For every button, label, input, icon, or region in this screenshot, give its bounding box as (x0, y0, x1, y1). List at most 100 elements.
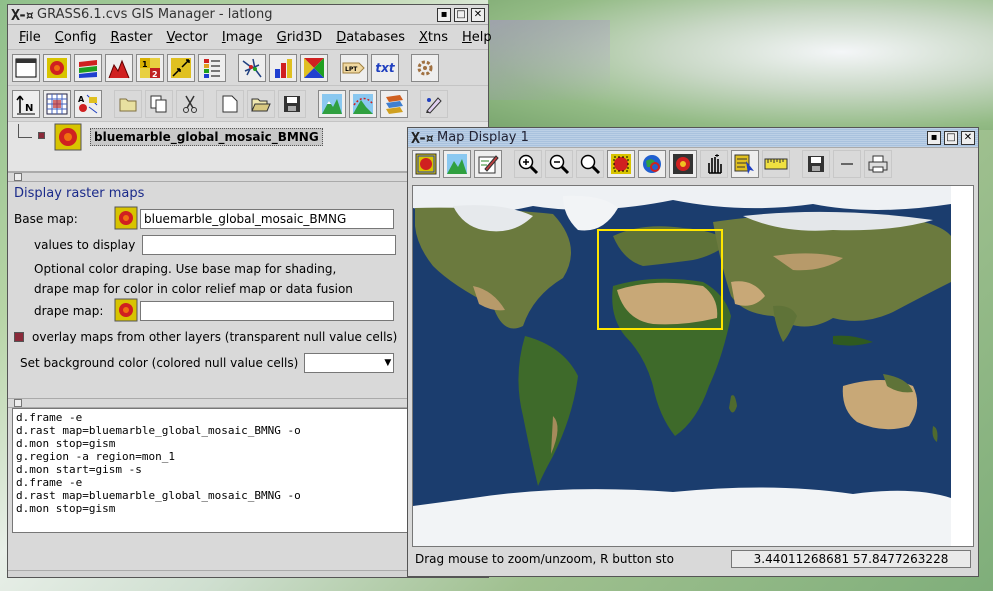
floppy-icon (284, 95, 300, 112)
display-menu-button[interactable] (833, 150, 861, 178)
add-labels-button[interactable]: A (74, 89, 102, 118)
base-map-input[interactable]: bluemarble_global_mosaic_BMNG (140, 209, 394, 229)
close-button[interactable]: ✕ (471, 7, 485, 22)
chevron-down-icon: ▼ (384, 358, 392, 368)
zoom-region-button[interactable] (607, 150, 635, 178)
open-file-button[interactable] (247, 89, 275, 118)
map-status-text: Drag mouse to zoom/unzoom, R button sto (415, 552, 674, 566)
pan-button[interactable] (700, 150, 728, 178)
digitize-button[interactable] (420, 89, 448, 118)
window-menu-icon[interactable]: X-¤ (11, 6, 37, 24)
menu-image[interactable]: Image (215, 30, 270, 45)
zoom-in-button[interactable] (514, 150, 542, 178)
menu-xtns[interactable]: Xtns (412, 30, 455, 45)
copy-layer-button[interactable] (145, 89, 173, 118)
menu-databases[interactable]: Databases (329, 30, 412, 45)
fly-through-button[interactable] (349, 89, 377, 118)
menu-help[interactable]: Help (455, 30, 499, 45)
cut-layer-button[interactable] (176, 89, 204, 118)
measure-button[interactable] (762, 150, 790, 178)
maximize-button[interactable]: □ (454, 7, 468, 22)
sash-handle[interactable] (14, 173, 22, 181)
layer-visibility-checkbox[interactable] (38, 132, 45, 139)
background-color-select[interactable]: ▼ (304, 353, 395, 373)
manager-titlebar[interactable]: X-¤ GRASS6.1.cvs GIS Manager - latlong ▪… (8, 5, 488, 25)
window-menu-icon[interactable]: X-¤ (411, 129, 437, 147)
north-arrow-icon: N (16, 95, 35, 114)
nviz-button[interactable] (318, 89, 346, 118)
map-toolbar (408, 148, 978, 180)
map-canvas[interactable] (412, 185, 974, 547)
redraw-all-button[interactable] (443, 150, 471, 178)
histogram-icon (108, 59, 130, 78)
zoom-out-button[interactable] (545, 150, 573, 178)
add-legend-label-button[interactable]: LPT (340, 53, 368, 82)
animate-button[interactable] (380, 89, 408, 118)
base-map-label: Base map: (14, 212, 78, 226)
save-file-button[interactable] (278, 89, 306, 118)
raster-legend-button[interactable] (198, 53, 226, 82)
thematic-vector-button[interactable] (269, 53, 297, 82)
raster-cell-values-button[interactable]: 12 (136, 53, 164, 82)
scissors-icon (183, 95, 197, 113)
add-grid-button[interactable] (43, 89, 71, 118)
region-icon (673, 154, 693, 174)
hand-icon (708, 154, 722, 174)
tree-connector (18, 124, 32, 138)
zoom-menu-button[interactable] (638, 150, 666, 178)
erase-button[interactable] (474, 150, 502, 178)
minimize-button[interactable]: ▪ (927, 130, 941, 145)
print-button[interactable] (864, 150, 892, 178)
printer-icon (868, 155, 888, 173)
copy-icon (150, 95, 167, 112)
terrain-icon (322, 93, 342, 114)
drape-map-input[interactable] (140, 301, 394, 321)
sash-handle[interactable] (14, 399, 22, 407)
add-north-arrow-button[interactable]: N (12, 89, 40, 118)
eraser-icon (478, 155, 499, 174)
histogram-button[interactable] (105, 53, 133, 82)
drape-map-select-button[interactable] (114, 298, 138, 325)
grid-icon (46, 93, 68, 114)
zoom-back-button[interactable] (576, 150, 604, 178)
menu-file[interactable]: File (12, 30, 48, 45)
folder-icon (119, 98, 137, 111)
menu-raster[interactable]: Raster (104, 30, 160, 45)
query-button[interactable] (731, 150, 759, 178)
overlay-checkbox[interactable] (14, 332, 24, 342)
menu-config[interactable]: Config (48, 30, 104, 45)
close-button[interactable]: ✕ (961, 130, 975, 145)
label-tag-icon: LPT (342, 62, 365, 73)
menu-vector[interactable]: Vector (159, 30, 214, 45)
new-monitor-button[interactable] (12, 53, 40, 82)
raster-arrows-button[interactable] (167, 53, 195, 82)
zoom-selection-box[interactable] (597, 229, 723, 330)
zoom-in-icon (518, 154, 539, 175)
display-map-icon (415, 153, 437, 175)
manager-toolbar-1: 12 LPT txt (8, 50, 488, 86)
new-file-button[interactable] (216, 89, 244, 118)
ruler-icon (764, 158, 788, 170)
values-input[interactable] (142, 235, 396, 255)
vector-chart-button[interactable] (300, 53, 328, 82)
base-map-select-button[interactable] (114, 206, 138, 233)
new-group-button[interactable] (114, 89, 142, 118)
menu-grid3d[interactable]: Grid3D (270, 30, 330, 45)
display-active-button[interactable] (412, 150, 440, 178)
add-raster-button[interactable] (43, 53, 71, 82)
map-titlebar[interactable]: X-¤ Map Display 1 ▪ □ ✕ (408, 128, 978, 148)
minimize-button[interactable]: ▪ (437, 7, 451, 22)
maximize-button[interactable]: □ (944, 130, 958, 145)
zoom-current-region-button[interactable] (669, 150, 697, 178)
labels-icon: A (78, 94, 98, 113)
save-display-button[interactable] (802, 150, 830, 178)
add-vector-button[interactable] (238, 53, 266, 82)
manager-title: GRASS6.1.cvs GIS Manager - latlong (37, 7, 273, 22)
layer-name[interactable]: bluemarble_global_mosaic_BMNG (90, 128, 323, 146)
values-label: values to display (34, 238, 136, 252)
add-text-button[interactable]: txt (371, 53, 399, 82)
add-rgb-button[interactable] (74, 53, 102, 82)
zoom-world-icon (643, 155, 661, 173)
add-overlay-button[interactable] (411, 53, 439, 82)
map-title: Map Display 1 (437, 130, 529, 145)
